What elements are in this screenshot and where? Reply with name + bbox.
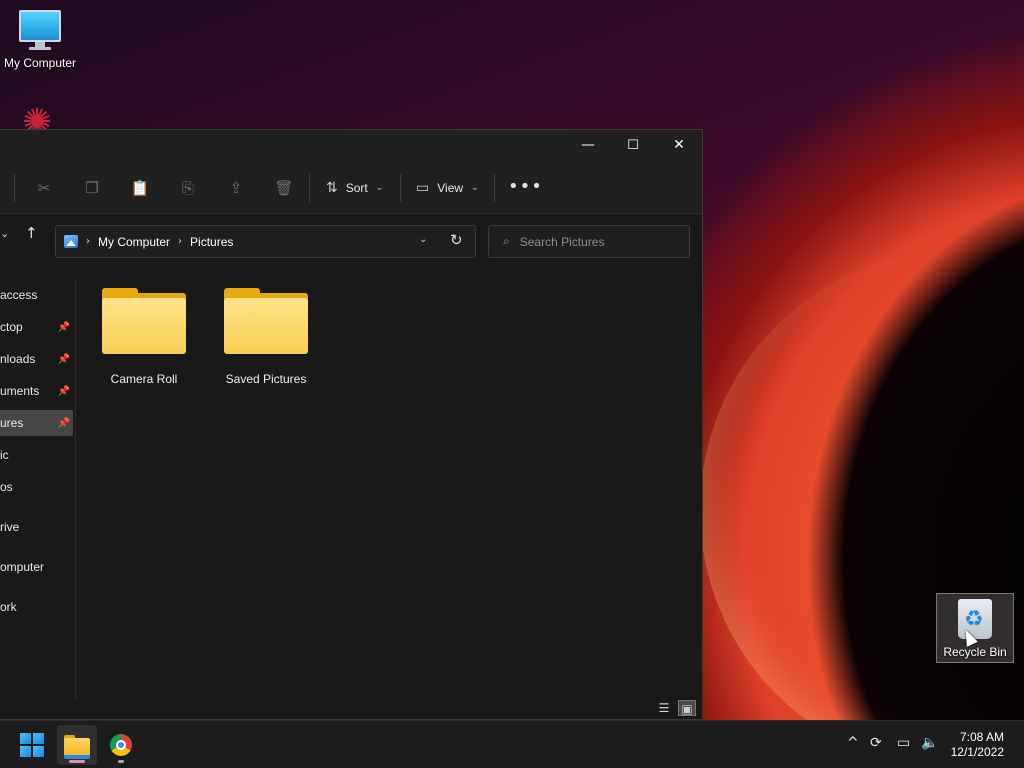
sidebar-item-label: ctop (0, 320, 23, 334)
details-view-icon[interactable]: ☰ (655, 700, 673, 716)
monitor-icon (19, 10, 61, 50)
maximize-button[interactable]: ☐ (610, 130, 656, 160)
status-bar: ☰ ▣ (0, 695, 702, 719)
delete-icon[interactable]: 🗑 (274, 178, 294, 198)
paste-icon[interactable]: 📋 (130, 178, 150, 198)
address-bar[interactable]: › My Computer › Pictures ⌄ ↻ (55, 225, 476, 258)
chrome-icon (110, 734, 132, 756)
search-box[interactable]: ⌕ (488, 225, 690, 258)
desktop-icon-recycle-bin[interactable]: Recycle Bin (936, 593, 1014, 663)
taskbar-app-file-explorer[interactable] (57, 725, 97, 765)
desktop-app-icon[interactable] (16, 104, 62, 130)
toolbar-separator (14, 174, 15, 202)
close-button[interactable]: ✕ (656, 130, 702, 160)
sort-label: Sort (345, 181, 368, 195)
sidebar-item-label: ork (0, 600, 17, 614)
sidebar-item-my-computer[interactable]: omputer (0, 554, 73, 580)
windows-logo-icon (20, 733, 31, 744)
volume-icon[interactable]: 🔈 (921, 735, 938, 751)
sidebar-item-label: rive (0, 520, 20, 534)
cut-icon[interactable]: ✂ (34, 178, 54, 198)
pin-icon: 📌 (57, 353, 70, 365)
pictures-icon (64, 235, 78, 248)
folder-icon (224, 288, 308, 354)
pin-icon: 📌 (57, 321, 70, 333)
search-input[interactable] (519, 234, 670, 249)
active-indicator (69, 760, 85, 763)
sidebar-item-downloads[interactable]: nloads 📌 (0, 346, 73, 372)
search-icon: ⌕ (503, 234, 510, 248)
sidebar-item-label: access (0, 288, 38, 302)
desktop-icon-label: My Computer (3, 56, 77, 70)
sidebar-item-label: ures (0, 416, 24, 430)
sort-button[interactable]: ⇅ Sort ⌄ (326, 176, 383, 200)
network-icon[interactable]: ▭ (897, 735, 910, 751)
view-label: View (437, 181, 464, 195)
rename-icon[interactable]: ⎘ (178, 178, 198, 198)
navigation-pane: access ctop 📌 nloads 📌 uments 📌 ures 📌 ic os… (0, 280, 76, 700)
sidebar-item-quick-access[interactable]: access (0, 282, 73, 308)
command-bar: ✂ ❐ 📋 ⎘ ⇪ 🗑 ⇅ Sort ⌄ ▭ View ⌄ ••• (0, 162, 702, 214)
desktop-icon-label: Recycle Bin (943, 645, 1007, 659)
sidebar-item-label: ic (0, 448, 9, 462)
sidebar-item-videos[interactable]: os (0, 474, 73, 500)
start-button[interactable] (20, 733, 44, 757)
folder-saved-pictures[interactable]: Saved Pictures (211, 288, 321, 386)
sidebar-item-label: omputer (0, 560, 45, 574)
sync-icon[interactable]: ⟳ (870, 735, 882, 751)
sidebar-item-network[interactable]: ork (0, 594, 73, 620)
sidebar-item-documents[interactable]: uments 📌 (0, 378, 73, 404)
minimize-button[interactable]: — (565, 130, 611, 160)
clock-date: 12/1/2022 (950, 745, 1004, 759)
toolbar-separator (309, 174, 310, 202)
sidebar-item-music[interactable]: ic (0, 442, 73, 468)
toolbar-separator (400, 174, 401, 202)
folder-camera-roll[interactable]: Camera Roll (89, 288, 199, 386)
sort-icon: ⇅ (326, 180, 338, 196)
view-button[interactable]: ▭ View ⌄ (416, 176, 479, 200)
navigation-bar: ⌄ ↑ › My Computer › Pictures ⌄ ↻ ⌕ (0, 214, 702, 258)
running-indicator (118, 760, 124, 763)
file-explorer-icon (64, 735, 90, 759)
sidebar-item-onedrive[interactable]: rive (0, 514, 73, 540)
pin-icon: 📌 (57, 385, 70, 397)
chevron-down-icon: ⌄ (471, 183, 479, 193)
recent-locations-chevron-icon[interactable]: ⌄ (0, 227, 9, 240)
clock-time: 7:08 AM (959, 730, 1004, 744)
show-hidden-icons-chevron-icon[interactable]: ^ (847, 735, 859, 751)
address-dropdown-icon[interactable]: ⌄ (419, 234, 427, 245)
desktop-icon-my-computer[interactable]: My Computer (0, 10, 80, 70)
folder-name: Saved Pictures (225, 372, 307, 386)
refresh-icon[interactable]: ↻ (450, 231, 463, 249)
toolbar-separator (494, 174, 495, 202)
folder-name: Camera Roll (110, 372, 178, 386)
file-explorer-window: — ☐ ✕ ✂ ❐ 📋 ⎘ ⇪ 🗑 ⇅ Sort ⌄ ▭ View ⌄ ••• … (0, 129, 703, 720)
sidebar-item-label: os (0, 480, 13, 494)
folder-icon (102, 288, 186, 354)
clock[interactable]: 7:08 AM 12/1/2022 (951, 730, 1004, 760)
breadcrumb-my-computer[interactable]: My Computer (98, 235, 170, 249)
tiles-view-icon[interactable]: ▣ (678, 700, 696, 716)
taskbar: ^ ⟳ ▭ 🔈 7:08 AM 12/1/2022 (0, 720, 1024, 768)
title-bar[interactable]: — ☐ ✕ (0, 130, 702, 162)
more-options-button[interactable]: ••• (508, 176, 543, 197)
breadcrumb-pictures[interactable]: Pictures (190, 235, 233, 249)
sidebar-item-label: nloads (0, 352, 36, 366)
sidebar-item-pictures[interactable]: ures 📌 (0, 410, 73, 436)
breadcrumb-separator: › (178, 236, 183, 247)
file-list: Camera Roll Saved Pictures (77, 280, 702, 695)
breadcrumb-separator: › (86, 236, 90, 247)
chevron-down-icon: ⌄ (375, 183, 384, 193)
share-icon[interactable]: ⇪ (226, 178, 246, 198)
up-arrow-icon[interactable]: ↑ (25, 224, 38, 242)
pin-icon: 📌 (57, 417, 70, 429)
copy-icon[interactable]: ❐ (82, 178, 102, 198)
taskbar-app-chrome[interactable] (101, 725, 141, 765)
sidebar-item-label: uments (0, 384, 40, 398)
sidebar-item-desktop[interactable]: ctop 📌 (0, 314, 73, 340)
view-icon: ▭ (416, 180, 430, 196)
